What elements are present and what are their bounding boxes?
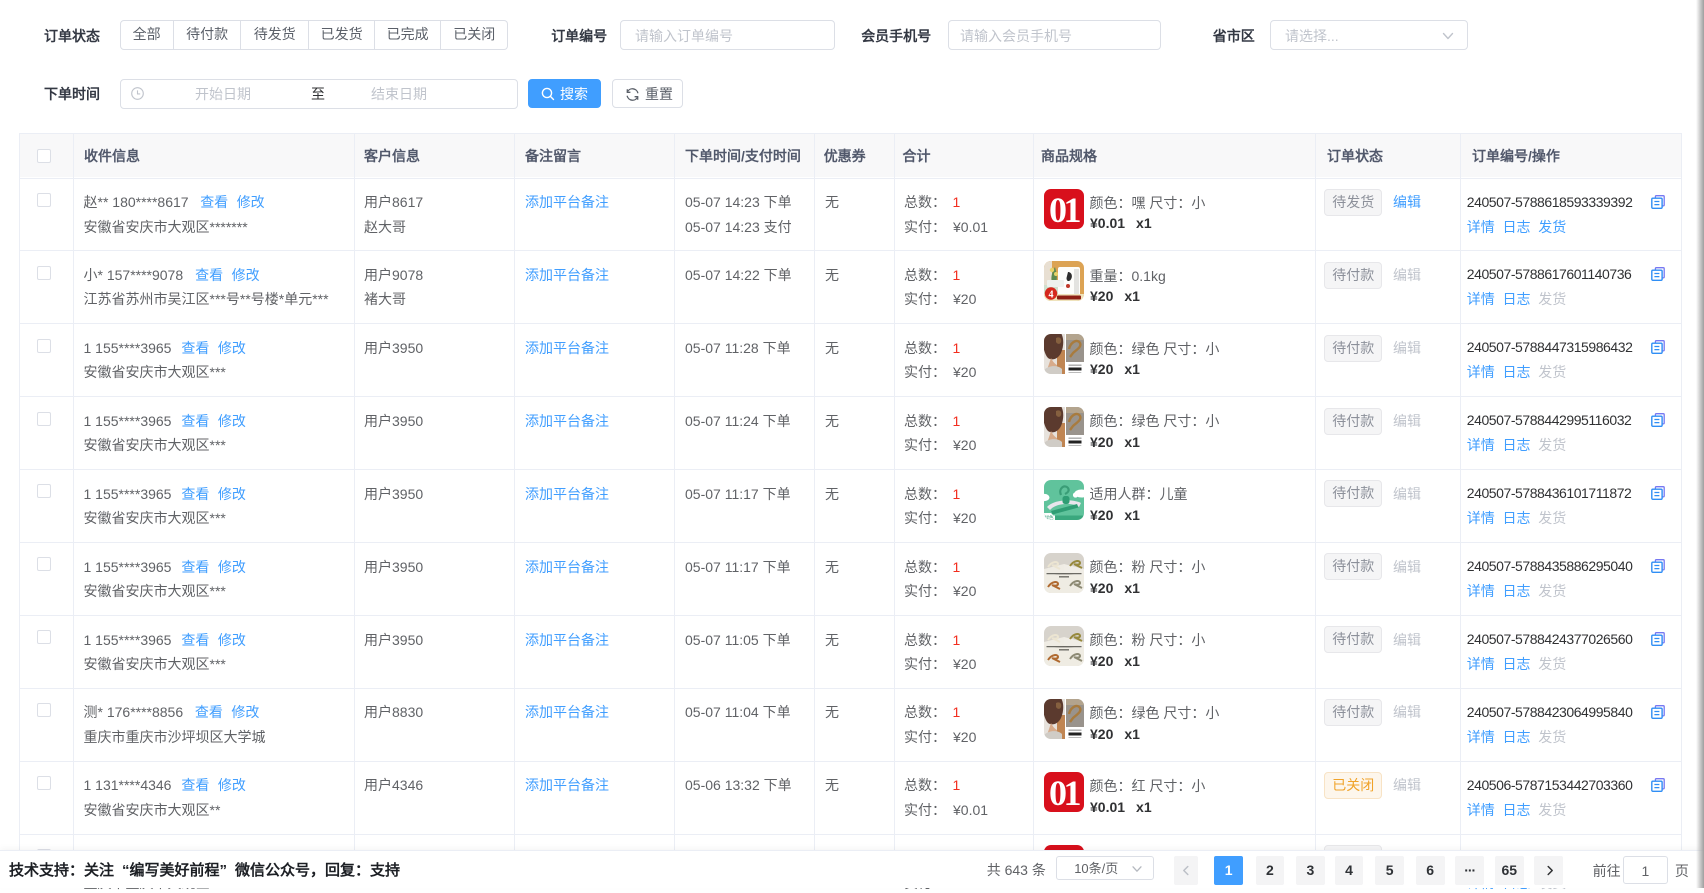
svg-text:01: 01 [1049,773,1081,812]
svg-text:01: 01 [1049,190,1081,229]
svg-text:4: 4 [1049,290,1054,301]
svg-text:绿色: 绿色 [1045,514,1054,520]
